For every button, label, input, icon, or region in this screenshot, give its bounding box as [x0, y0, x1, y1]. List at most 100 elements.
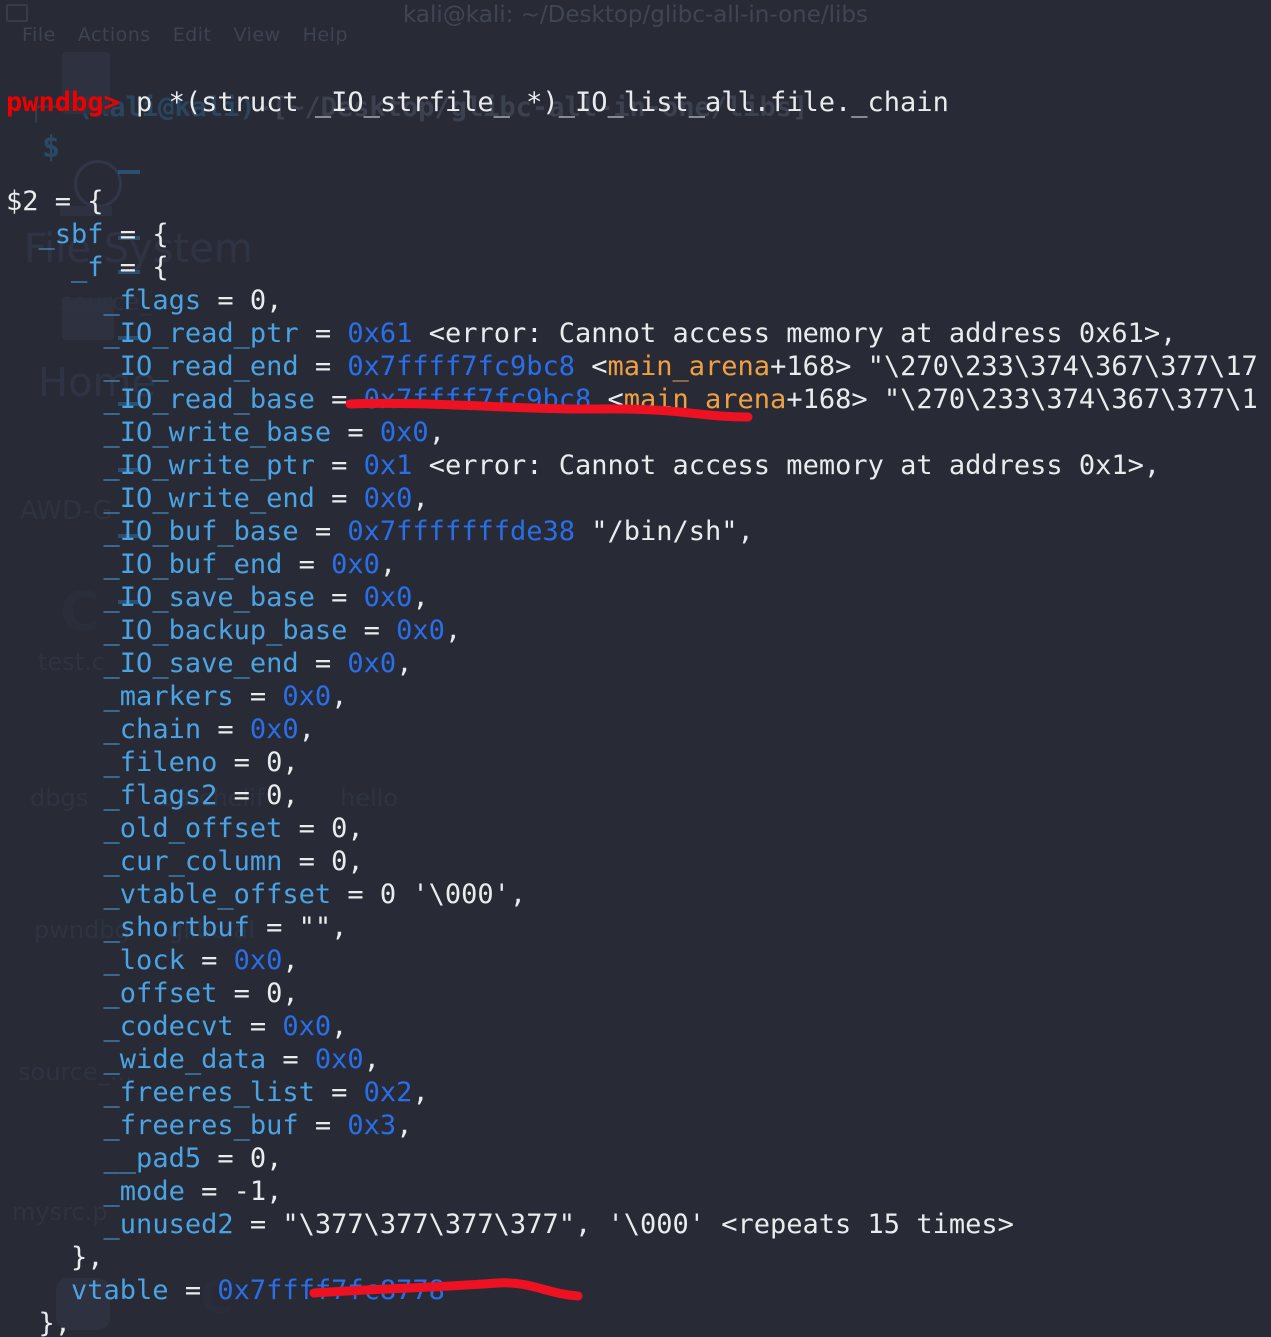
token-plain: =	[314, 450, 364, 481]
output-line: _unused2 = "\377\377\377\377", '\000' <r…	[0, 1208, 1271, 1241]
token-plain: =	[331, 417, 380, 448]
token-plain: =	[314, 483, 364, 514]
token-plain: ,	[444, 615, 462, 646]
output-line: _wide_data = 0x0,	[0, 1043, 1271, 1076]
token-plain: ,	[331, 681, 348, 712]
token-field: _offset	[103, 978, 218, 1009]
token-plain: =	[266, 1044, 315, 1075]
output-line: __pad5 = 0,	[0, 1142, 1271, 1175]
token-plain: ,	[379, 549, 397, 580]
command-text: p *(struct _IO_strfile_ *)_IO_list_all.f…	[119, 87, 949, 118]
token-hex: 0x0	[379, 417, 429, 448]
token-hex: 0x0	[363, 483, 413, 514]
token-plain: =	[233, 681, 283, 712]
output-line: _codecvt = 0x0,	[0, 1010, 1271, 1043]
token-field: _IO_buf_end	[103, 549, 283, 580]
token-plain: = "",	[249, 912, 348, 943]
terminal-output[interactable]: pwndbg> p *(struct _IO_strfile_ *)_IO_li…	[0, 0, 1271, 1337]
token-field: _unused2	[103, 1209, 234, 1240]
token-field: _IO_read_end	[103, 351, 299, 382]
terminal-screenshot: kali@kali: ~/Desktop/glibc-all-in-one/li…	[0, 0, 1271, 1337]
token-plain: = 0,	[217, 780, 299, 811]
token-hex: 0x7ffff7fc8778	[217, 1275, 445, 1306]
token-symbol: main_arena	[607, 351, 771, 382]
token-field: _IO_write_base	[103, 417, 332, 448]
token-plain: =	[314, 384, 364, 415]
token-field: _f	[71, 252, 104, 283]
token-plain: ,	[396, 648, 413, 679]
token-plain: <	[574, 351, 608, 382]
output-line: _offset = 0,	[0, 977, 1271, 1010]
token-plain: =	[168, 1275, 218, 1306]
token-plain: = 0,	[201, 1143, 283, 1174]
token-plain: = 0 '\000',	[331, 879, 527, 910]
token-hex: 0x0	[233, 945, 283, 976]
output-line: _flags = 0,	[0, 284, 1271, 317]
output-line: _f = {	[0, 251, 1271, 284]
token-plain: =	[314, 1077, 364, 1108]
token-hex: 0x7ffff7fc9bc8	[363, 384, 592, 415]
token-field: _shortbuf	[103, 912, 250, 943]
token-plain: =	[282, 549, 332, 580]
output-line: _fileno = 0,	[0, 746, 1271, 779]
token-hex: 0x1	[363, 450, 413, 481]
token-plain: =	[233, 1011, 283, 1042]
token-hex: 0x7ffff7fc9bc8	[347, 351, 575, 382]
output-line: _IO_read_ptr = 0x61 <error: Cannot acces…	[0, 317, 1271, 350]
token-plain: ,	[396, 1110, 413, 1141]
token-field: _fileno	[103, 747, 218, 778]
token-field: _lock	[103, 945, 185, 976]
token-plain: "/bin/sh",	[574, 516, 754, 547]
token-plain: +168> "\270\233\374\367\377\1	[786, 384, 1258, 415]
token-hex: 0x0	[249, 714, 299, 745]
token-hex: 0x0	[363, 582, 413, 613]
token-hex: 0x61	[347, 318, 413, 349]
token-hex: 0x3	[347, 1110, 397, 1141]
token-field: __pad5	[103, 1143, 202, 1174]
token-plain: =	[314, 582, 364, 613]
token-symbol: main_arena	[623, 384, 787, 415]
output-line: _IO_read_end = 0x7ffff7fc9bc8 <main_aren…	[0, 350, 1271, 383]
token-field: _sbf	[38, 219, 104, 250]
token-field: _markers	[103, 681, 234, 712]
token-plain: ,	[331, 1011, 348, 1042]
token-hex: 0x0	[282, 681, 332, 712]
output-line: _IO_buf_base = 0x7fffffffde38 "/bin/sh",	[0, 515, 1271, 548]
token-plain: =	[201, 714, 250, 745]
token-field: _IO_write_ptr	[103, 450, 315, 481]
token-plain: =	[298, 351, 348, 382]
token-field: vtable	[71, 1275, 169, 1306]
token-field: _IO_save_base	[103, 582, 315, 613]
token-hex: 0x7fffffffde38	[347, 516, 575, 547]
output-line: _sbf = {	[0, 218, 1271, 251]
output-line: _IO_write_base = 0x0,	[0, 416, 1271, 449]
output-line: _IO_save_base = 0x0,	[0, 581, 1271, 614]
pwndbg-prompt: pwndbg>	[6, 87, 120, 118]
token-plain: =	[298, 516, 348, 547]
token-plain: ,	[412, 582, 429, 613]
token-hex: 0x0	[347, 648, 397, 679]
token-plain: = {	[103, 252, 169, 283]
token-hex: 0x0	[282, 1011, 332, 1042]
token-plain: = 0,	[282, 813, 364, 844]
